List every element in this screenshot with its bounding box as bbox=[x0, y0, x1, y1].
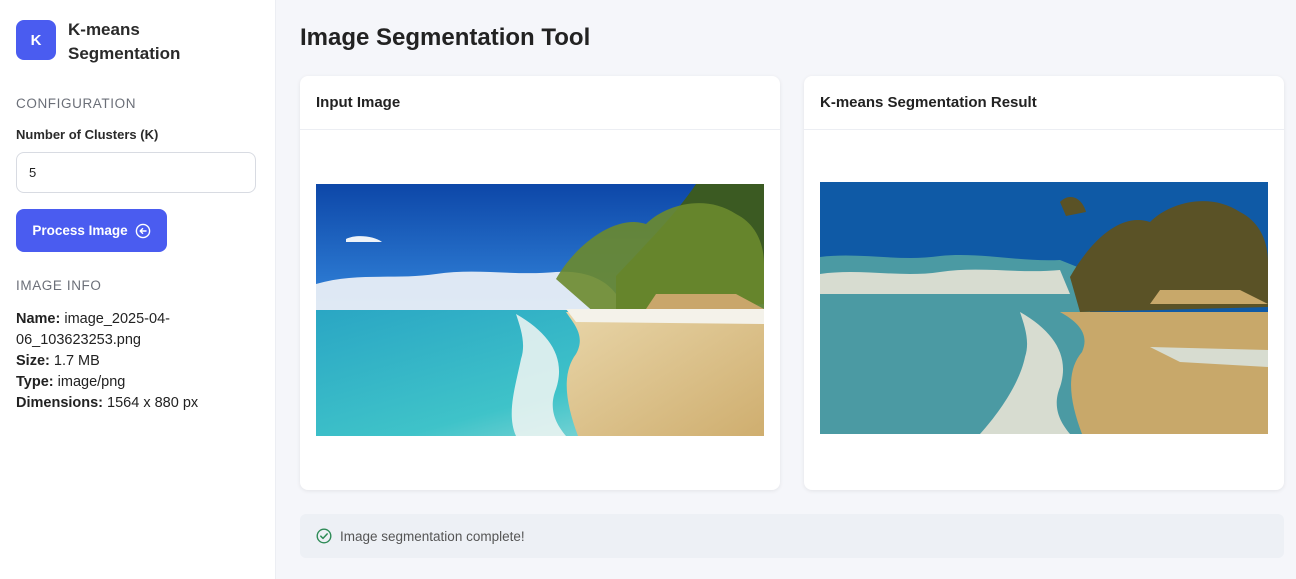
process-button-label: Process Image bbox=[32, 223, 128, 238]
info-size-value: 1.7 MB bbox=[53, 353, 100, 369]
check-circle-icon bbox=[316, 528, 332, 544]
info-name: Name: image_2025-04-06_103623253.png bbox=[16, 309, 216, 351]
page-title: Image Segmentation Tool bbox=[300, 24, 591, 51]
app-title: K-means Segmentation bbox=[68, 20, 181, 63]
sidebar: K K-means Segmentation CONFIGURATION Num… bbox=[0, 0, 276, 579]
info-name-label: Name: bbox=[16, 311, 61, 327]
input-card-title: Input Image bbox=[300, 76, 780, 130]
config-heading: CONFIGURATION bbox=[16, 96, 137, 111]
clusters-input[interactable] bbox=[16, 152, 256, 193]
status-message-bar: Image segmentation complete! bbox=[300, 514, 1284, 558]
input-image bbox=[316, 184, 764, 436]
result-image-card: K-means Segmentation Result bbox=[804, 76, 1284, 490]
info-type: Type: image/png bbox=[16, 372, 216, 393]
info-type-label: Type: bbox=[16, 374, 54, 390]
info-dimensions-value: 1564 x 880 px bbox=[107, 395, 199, 411]
image-info-heading: IMAGE INFO bbox=[16, 278, 102, 293]
result-card-title: K-means Segmentation Result bbox=[804, 76, 1284, 130]
info-dimensions: Dimensions: 1564 x 880 px bbox=[16, 393, 216, 414]
input-image-card: Input Image bbox=[300, 76, 780, 490]
brand: K K-means Segmentation bbox=[16, 18, 208, 66]
info-dimensions-label: Dimensions: bbox=[16, 395, 104, 411]
info-size: Size: 1.7 MB bbox=[16, 351, 216, 372]
process-image-button[interactable]: Process Image bbox=[16, 209, 167, 252]
clusters-label: Number of Clusters (K) bbox=[16, 127, 159, 142]
info-type-value: image/png bbox=[57, 374, 126, 390]
segmented-image bbox=[820, 182, 1268, 434]
arrow-left-circle-icon bbox=[135, 223, 150, 238]
image-info: Name: image_2025-04-06_103623253.png Siz… bbox=[16, 309, 216, 414]
info-size-label: Size: bbox=[16, 353, 50, 369]
status-text: Image segmentation complete! bbox=[340, 528, 525, 544]
app-logo: K bbox=[16, 20, 56, 60]
